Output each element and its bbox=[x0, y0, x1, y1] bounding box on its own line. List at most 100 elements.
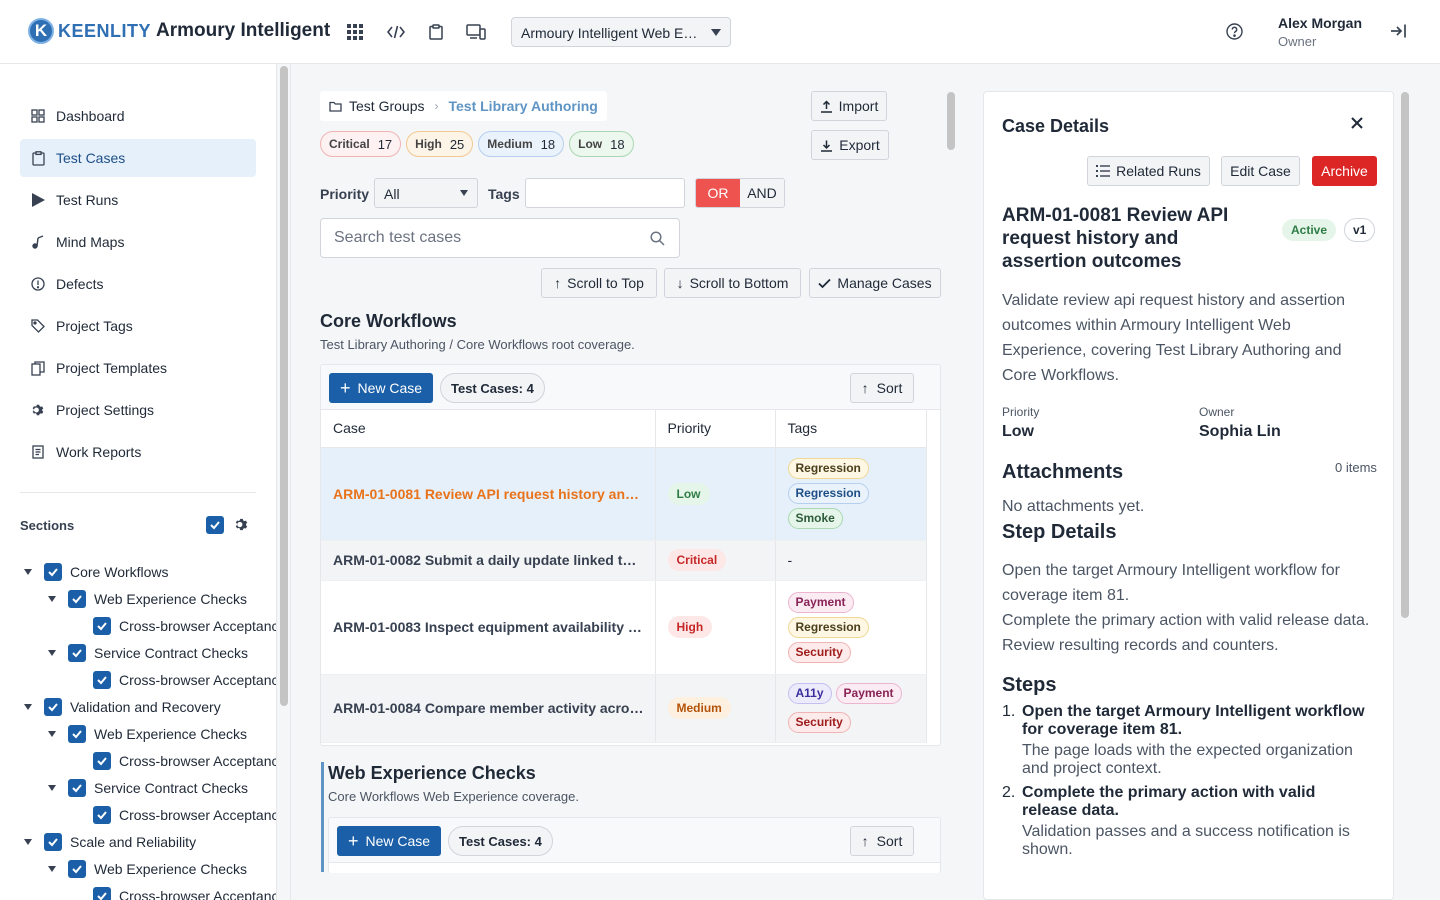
search-input[interactable] bbox=[321, 219, 621, 257]
sidebar-scrollbar[interactable] bbox=[280, 66, 288, 706]
search-icon[interactable] bbox=[650, 231, 665, 249]
section-checkbox[interactable] bbox=[93, 751, 111, 770]
caret-down-icon[interactable] bbox=[48, 649, 56, 656]
column-header-tags[interactable]: Tags bbox=[775, 410, 927, 448]
column-header-case[interactable]: Case bbox=[321, 410, 656, 448]
priority-chip-critical[interactable]: Critical 17 bbox=[320, 131, 402, 157]
sort-button[interactable]: ↑ Sort bbox=[850, 373, 914, 403]
case-title-cell[interactable]: ARM-01-0081 Review API request history a… bbox=[321, 447, 656, 541]
tags-filter-input[interactable] bbox=[525, 178, 685, 208]
section-checkbox[interactable] bbox=[93, 886, 111, 900]
section-checkbox[interactable] bbox=[44, 562, 62, 581]
caret-down-icon[interactable] bbox=[48, 730, 56, 737]
manage-cases-button[interactable]: Manage Cases bbox=[809, 268, 941, 298]
scroll-to-top-button[interactable]: ↑ Scroll to Top bbox=[541, 268, 657, 298]
or-toggle[interactable]: OR bbox=[696, 179, 740, 207]
edit-case-button[interactable]: Edit Case bbox=[1221, 156, 1300, 186]
sidebar-item-project-tags[interactable]: Project Tags bbox=[20, 307, 256, 345]
section-tree-item[interactable]: Validation and Recovery bbox=[24, 693, 256, 720]
related-runs-button[interactable]: Related Runs bbox=[1087, 156, 1210, 186]
tag-chip[interactable]: Payment bbox=[835, 683, 902, 704]
section-tree-item[interactable]: Core Workflows bbox=[24, 558, 256, 585]
table-row[interactable]: ARM-01-0083 Inspect equipment availabili… bbox=[321, 580, 927, 675]
archive-button[interactable]: Archive bbox=[1312, 156, 1377, 186]
section-checkbox[interactable] bbox=[68, 859, 86, 878]
section-checkbox[interactable] bbox=[68, 778, 86, 797]
tag-chip[interactable]: Smoke bbox=[787, 508, 843, 529]
sort-button[interactable]: ↑ Sort bbox=[850, 826, 914, 856]
section-tree-item[interactable]: Service Contract Checks bbox=[24, 774, 256, 801]
caret-down-icon[interactable] bbox=[24, 568, 32, 575]
section-tree-item[interactable]: Cross-browser Acceptance bbox=[24, 747, 276, 774]
table-row[interactable]: ARM-01-0081 Review API request history a… bbox=[321, 447, 927, 541]
tag-chip[interactable]: A11y bbox=[787, 683, 832, 704]
section-checkbox[interactable] bbox=[44, 832, 62, 851]
import-button[interactable]: Import bbox=[811, 91, 887, 121]
tag-chip[interactable]: Payment bbox=[787, 591, 854, 613]
section-checkbox[interactable] bbox=[44, 697, 62, 716]
case-title-cell[interactable]: ARM-01-0082 Submit a daily update linked… bbox=[321, 540, 656, 581]
tag-chip[interactable]: Security bbox=[787, 641, 851, 663]
section-tree-item[interactable]: Cross-browser Acceptance bbox=[24, 612, 276, 639]
scroll-to-bottom-button[interactable]: ↓ Scroll to Bottom bbox=[664, 268, 801, 298]
section-checkbox[interactable] bbox=[93, 805, 111, 824]
code-icon[interactable] bbox=[384, 20, 408, 44]
section-tree-item[interactable]: Web Experience Checks bbox=[24, 585, 256, 612]
details-scrollbar[interactable] bbox=[1401, 92, 1409, 618]
section-tree-item[interactable]: Web Experience Checks bbox=[24, 855, 256, 882]
apps-grid-icon[interactable] bbox=[343, 20, 367, 44]
sidebar-item-work-reports[interactable]: Work Reports bbox=[20, 433, 256, 471]
case-title-cell[interactable]: ARM-01-0084 Compare member activity acro… bbox=[321, 674, 656, 743]
priority-chip-low[interactable]: Low 18 bbox=[569, 131, 634, 157]
gear-icon[interactable] bbox=[234, 517, 249, 535]
section-tree-item[interactable]: Scale and Reliability bbox=[24, 828, 256, 855]
priority-chip-medium[interactable]: Medium 18 bbox=[478, 131, 565, 157]
caret-down-icon[interactable] bbox=[48, 784, 56, 791]
user-menu[interactable]: Alex Morgan Owner bbox=[1278, 15, 1362, 49]
section-checkbox[interactable] bbox=[68, 589, 86, 608]
clipboard-icon[interactable] bbox=[424, 20, 448, 44]
sidebar-item-test-cases[interactable]: Test Cases bbox=[20, 139, 256, 177]
sidebar-item-dashboard[interactable]: Dashboard bbox=[20, 97, 256, 135]
cases-scrollbar[interactable] bbox=[947, 92, 955, 150]
caret-down-icon[interactable] bbox=[24, 703, 32, 710]
section-checkbox[interactable] bbox=[93, 616, 111, 635]
sidebar-item-project-templates[interactable]: Project Templates bbox=[20, 349, 256, 387]
caret-down-icon[interactable] bbox=[48, 865, 56, 872]
table-row[interactable]: ARM-01-0084 Compare member activity acro… bbox=[321, 674, 927, 743]
priority-filter-select[interactable]: All bbox=[374, 178, 478, 208]
section-checkbox[interactable] bbox=[68, 724, 86, 743]
sidebar-item-test-runs[interactable]: Test Runs bbox=[20, 181, 256, 219]
caret-down-icon[interactable] bbox=[24, 838, 32, 845]
tag-chip[interactable]: Security bbox=[787, 712, 851, 733]
section-tree-item[interactable]: Cross-browser Acceptance bbox=[24, 882, 276, 900]
column-header-priority[interactable]: Priority bbox=[655, 410, 776, 448]
section-tree-item[interactable]: Cross-browser Acceptance bbox=[24, 801, 276, 828]
section-checkbox[interactable] bbox=[68, 643, 86, 662]
table-row[interactable]: ARM-01-0082 Submit a daily update linked… bbox=[321, 540, 927, 581]
tag-chip[interactable]: Regression bbox=[787, 483, 869, 504]
new-case-button[interactable]: + New Case bbox=[329, 373, 434, 403]
project-select[interactable]: Armoury Intelligent Web Experience bbox=[511, 17, 731, 47]
new-case-button[interactable]: + New Case bbox=[337, 826, 442, 856]
tag-chip[interactable]: Regression bbox=[787, 616, 869, 638]
logout-icon[interactable] bbox=[1389, 23, 1407, 42]
close-icon[interactable] bbox=[1351, 116, 1363, 132]
caret-down-icon[interactable] bbox=[48, 595, 56, 602]
case-title-cell[interactable]: ARM-01-0083 Inspect equipment availabili… bbox=[321, 580, 656, 675]
tag-chip[interactable]: Regression bbox=[787, 458, 869, 479]
section-checkbox[interactable] bbox=[93, 670, 111, 689]
select-all-sections-checkbox[interactable] bbox=[206, 516, 232, 534]
section-tree-item[interactable]: Web Experience Checks bbox=[24, 720, 256, 747]
breadcrumb-root[interactable]: Test Groups bbox=[349, 98, 424, 114]
section-tree-item[interactable]: Service Contract Checks bbox=[24, 639, 256, 666]
sidebar-item-defects[interactable]: Defects bbox=[20, 265, 256, 303]
and-toggle[interactable]: AND bbox=[740, 179, 784, 207]
devices-icon[interactable] bbox=[464, 20, 488, 44]
priority-chip-high[interactable]: High 25 bbox=[406, 131, 474, 157]
sidebar-item-project-settings[interactable]: Project Settings bbox=[20, 391, 256, 429]
breadcrumb-current[interactable]: Test Library Authoring bbox=[448, 98, 597, 114]
section-tree-item[interactable]: Cross-browser Acceptance bbox=[24, 666, 276, 693]
export-button[interactable]: Export bbox=[811, 130, 889, 160]
sidebar-item-mind-maps[interactable]: Mind Maps bbox=[20, 223, 256, 261]
